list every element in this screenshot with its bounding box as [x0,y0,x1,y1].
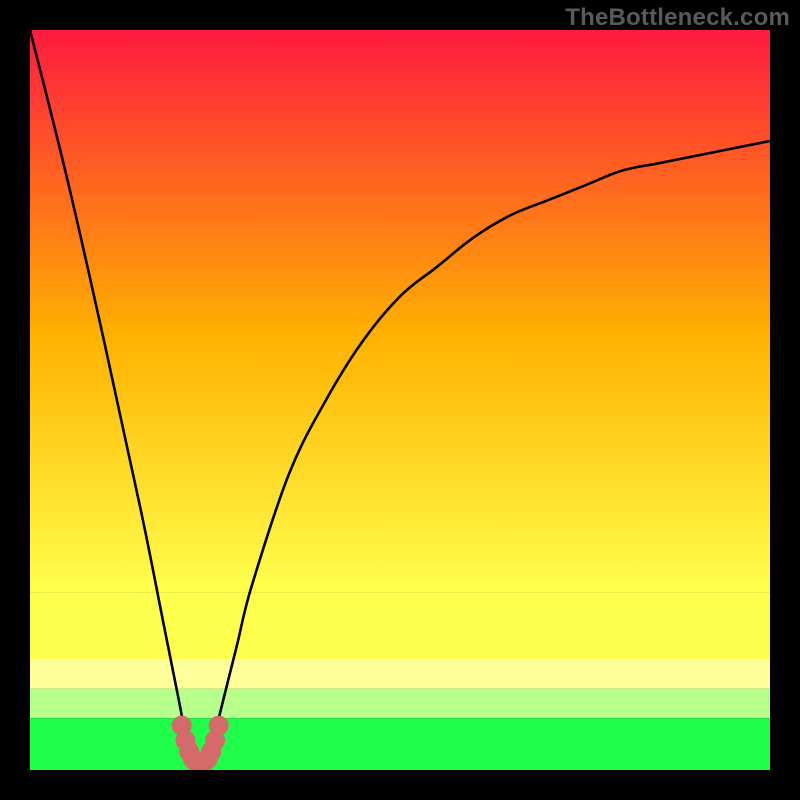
background-bands [30,30,770,770]
valley-marker-dot [209,716,229,736]
background-band-1 [30,592,770,659]
watermark-text: TheBottleneck.com [565,4,790,32]
chart-svg [30,30,770,770]
plot-area [30,30,770,770]
background-band-3 [30,689,770,719]
background-band-4 [30,718,770,770]
chart-frame: TheBottleneck.com [0,0,800,800]
background-band-2 [30,659,770,689]
